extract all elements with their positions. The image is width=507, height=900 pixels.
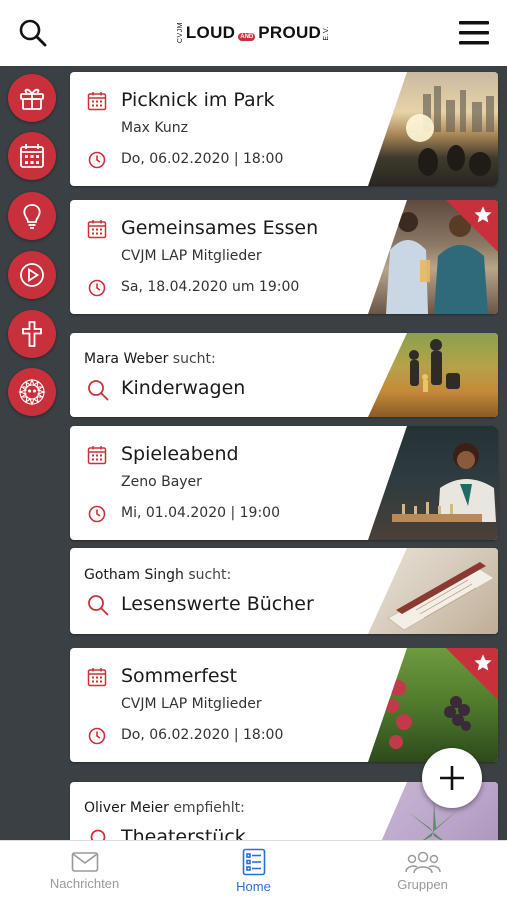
- sidebar-item-media[interactable]: [8, 251, 56, 299]
- feed-list: Picknick im Park Max Kunz Do, 06.02.2020…: [64, 66, 507, 840]
- sidebar-item-community[interactable]: [8, 368, 56, 416]
- event-image: [368, 426, 498, 540]
- recommendation-title: Theaterstück: [121, 826, 246, 840]
- request-image: [368, 333, 498, 417]
- list-icon: [242, 848, 265, 875]
- event-date: Mi, 01.04.2020 | 19:00: [121, 505, 280, 521]
- event-organizer: CVJM LAP Mitglieder: [121, 248, 262, 264]
- request-person: Mara Weber: [84, 351, 169, 367]
- mail-icon: [71, 851, 98, 872]
- event-organizer: Max Kunz: [121, 120, 188, 136]
- hamburger-menu-icon: [459, 21, 489, 45]
- search-icon: [88, 595, 109, 616]
- request-author: Mara Weber sucht:: [84, 351, 216, 367]
- recommendation-verb: empfiehlt:: [173, 800, 245, 816]
- logo-and: AND: [238, 32, 256, 41]
- nav-item-gruppen[interactable]: Gruppen: [338, 841, 507, 900]
- calendar-icon: [87, 220, 107, 239]
- clock-icon: [88, 727, 106, 745]
- app-header: CVJM LOUD AND PROUD E.V.: [0, 0, 507, 66]
- star-icon: [474, 654, 492, 671]
- event-title: Picknick im Park: [121, 89, 275, 111]
- event-organizer: Zeno Bayer: [121, 474, 202, 490]
- bookmark-icon: [90, 829, 106, 840]
- event-title: Gemeinsames Essen: [121, 217, 319, 239]
- event-card[interactable]: Gemeinsames Essen CVJM LAP Mitglieder Sa…: [70, 200, 498, 314]
- nav-item-nachrichten[interactable]: Nachrichten: [0, 841, 169, 900]
- lightbulb-icon: [23, 204, 41, 229]
- group-icon: [404, 851, 441, 873]
- event-title: Sommerfest: [121, 665, 237, 687]
- gift-icon: [20, 88, 44, 110]
- nav-item-home[interactable]: Home: [169, 841, 338, 900]
- event-card[interactable]: Sommerfest CVJM LAP Mitglieder Do, 06.02…: [70, 648, 498, 762]
- bottom-navigation: Nachrichten Home Gruppen: [0, 840, 507, 900]
- recommendation-author: Oliver Meier empfiehlt:: [84, 800, 245, 816]
- add-button[interactable]: [422, 748, 482, 808]
- search-button[interactable]: [16, 16, 50, 50]
- cross-icon: [22, 321, 42, 347]
- calendar-icon: [87, 668, 107, 687]
- play-icon: [20, 263, 44, 287]
- calendar-icon: [20, 144, 44, 168]
- app-logo: CVJM LOUD AND PROUD E.V.: [177, 22, 330, 43]
- event-image: [368, 72, 498, 186]
- sidebar: [0, 66, 64, 840]
- logo-suffix: E.V.: [323, 25, 331, 41]
- event-organizer: CVJM LAP Mitglieder: [121, 696, 262, 712]
- request-title: Lesenswerte Bücher: [121, 593, 314, 615]
- search-request-card[interactable]: Gotham Singh sucht: Lesenswerte Bücher: [70, 548, 498, 634]
- lion-emblem-icon: [18, 378, 46, 406]
- calendar-icon: [87, 446, 107, 465]
- event-card[interactable]: Picknick im Park Max Kunz Do, 06.02.2020…: [70, 72, 498, 186]
- star-icon: [474, 206, 492, 223]
- event-date: Do, 06.02.2020 | 18:00: [121, 727, 284, 743]
- clock-icon: [88, 151, 106, 169]
- request-title: Kinderwagen: [121, 377, 246, 399]
- request-person: Gotham Singh: [84, 567, 184, 583]
- event-title: Spieleabend: [121, 443, 239, 465]
- clock-icon: [88, 279, 106, 297]
- calendar-icon: [87, 92, 107, 111]
- nav-label: Nachrichten: [49, 875, 120, 891]
- search-icon: [88, 380, 109, 401]
- search-icon: [19, 19, 47, 47]
- request-author: Gotham Singh sucht:: [84, 567, 231, 583]
- request-image: [368, 548, 498, 634]
- search-request-card[interactable]: Mara Weber sucht: Kinderwagen: [70, 333, 498, 417]
- sidebar-item-calendar[interactable]: [8, 132, 56, 180]
- nav-label: Home: [236, 878, 271, 894]
- nav-label: Gruppen: [397, 876, 448, 892]
- sidebar-item-ideas[interactable]: [8, 192, 56, 240]
- sidebar-item-faith[interactable]: [8, 310, 56, 358]
- menu-button[interactable]: [457, 16, 491, 50]
- clock-icon: [88, 505, 106, 523]
- recommendation-person: Oliver Meier: [84, 800, 169, 816]
- request-verb: sucht:: [188, 567, 232, 583]
- logo-prefix: CVJM: [176, 22, 184, 44]
- plus-icon: [440, 766, 464, 790]
- event-date: Do, 06.02.2020 | 18:00: [121, 151, 284, 167]
- logo-word-proud: PROUD: [258, 23, 322, 42]
- event-card[interactable]: Spieleabend Zeno Bayer Mi, 01.04.2020 | …: [70, 426, 498, 540]
- logo-word-loud: LOUD: [185, 23, 236, 42]
- request-verb: sucht:: [172, 351, 216, 367]
- sidebar-item-gift[interactable]: [8, 74, 56, 122]
- event-date: Sa, 18.04.2020 um 19:00: [121, 279, 300, 295]
